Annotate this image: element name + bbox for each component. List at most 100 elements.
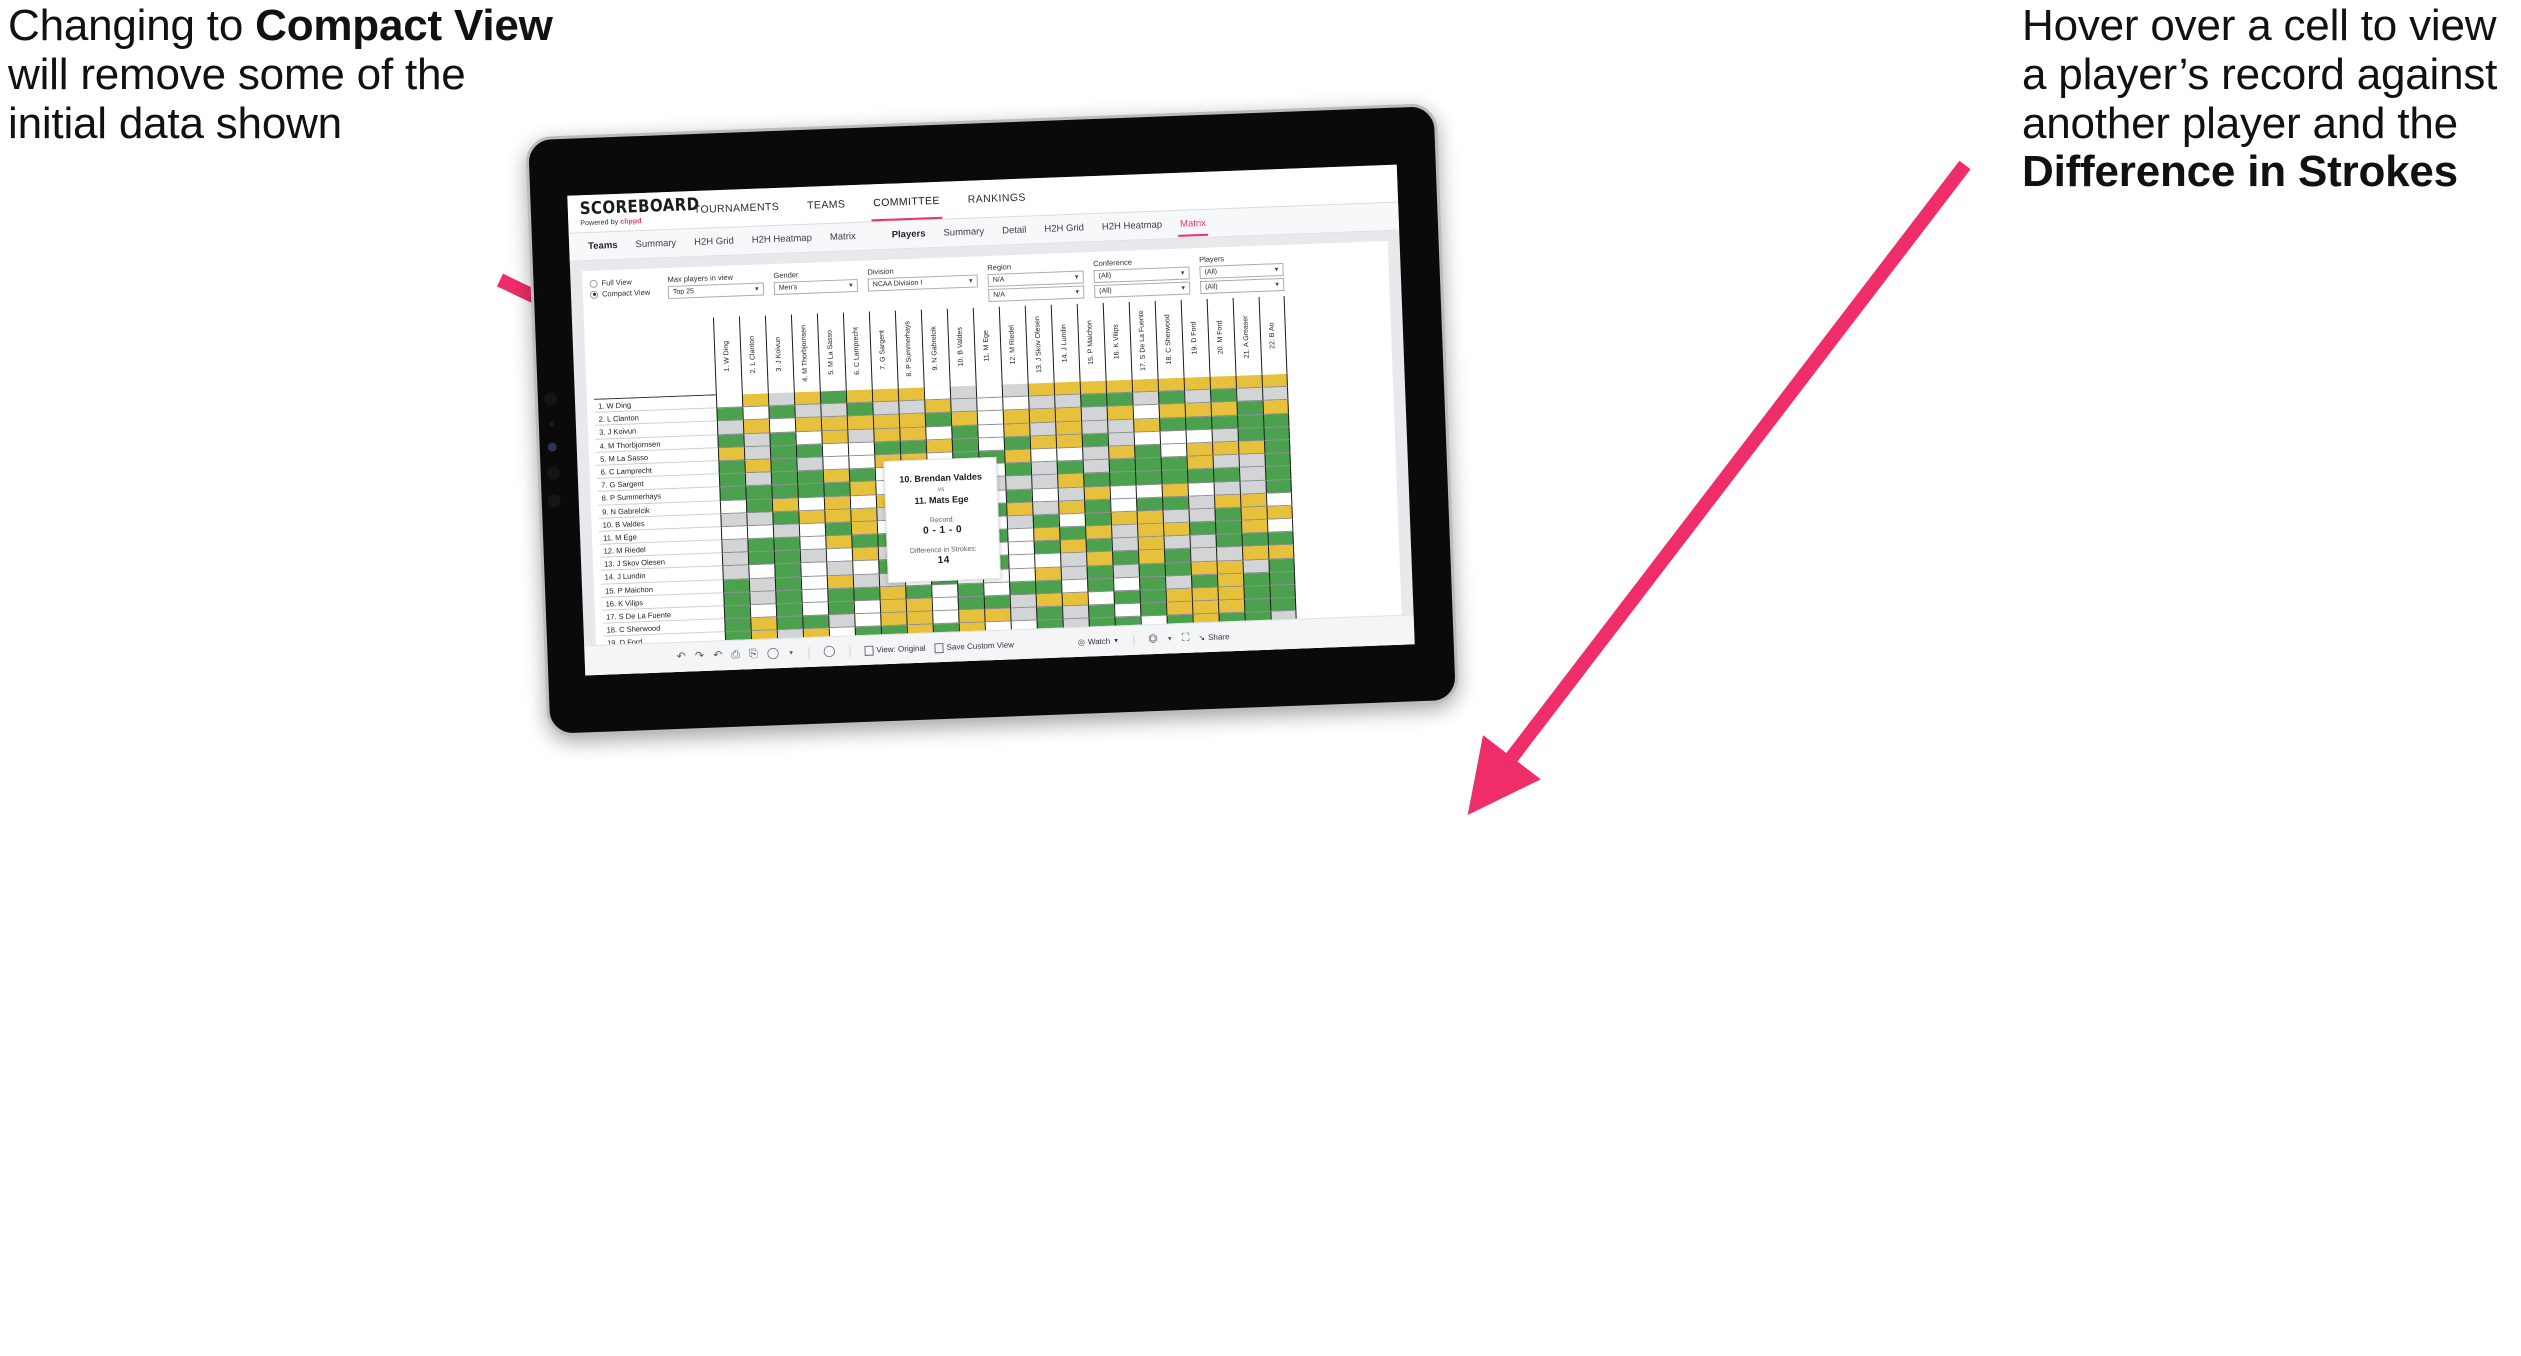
matrix-cell[interactable]: [1008, 568, 1036, 583]
matrix-cell[interactable]: [749, 604, 777, 619]
matrix-cell[interactable]: [1088, 604, 1115, 619]
matrix-cell[interactable]: [1269, 597, 1297, 613]
matrix-cell[interactable]: [924, 412, 952, 428]
matrix-cell[interactable]: [1028, 395, 1055, 410]
filter-division-select[interactable]: NCAA Division I ▼: [867, 274, 979, 292]
matrix-cell[interactable]: [1055, 434, 1083, 449]
matrix-cell[interactable]: [717, 447, 745, 462]
matrix-cell[interactable]: [1264, 452, 1291, 468]
matrix-cell[interactable]: [1243, 598, 1271, 614]
matrix-cell[interactable]: [1262, 413, 1290, 428]
matrix-cell[interactable]: [769, 445, 797, 460]
matrix-cell[interactable]: [770, 458, 797, 473]
matrix-cell[interactable]: [932, 610, 959, 625]
matrix-cell[interactable]: [820, 416, 848, 431]
matrix-cell[interactable]: [846, 402, 873, 417]
matrix-cell[interactable]: [1263, 439, 1291, 454]
matrix-cell[interactable]: [880, 612, 907, 627]
matrix-cell[interactable]: [1188, 495, 1215, 510]
matrix-cell[interactable]: [1109, 471, 1136, 487]
matrix-cell[interactable]: [1060, 566, 1088, 581]
matrix-cell[interactable]: [1191, 587, 1218, 602]
matrix-cell[interactable]: [1236, 401, 1263, 416]
matrix-cell[interactable]: [899, 440, 927, 455]
matrix-cell[interactable]: [1185, 429, 1213, 444]
matrix-cell[interactable]: [774, 576, 802, 592]
matrix-cell[interactable]: [1190, 574, 1218, 589]
revert-icon[interactable]: ↶: [713, 649, 723, 661]
matrix-cell[interactable]: [721, 552, 749, 567]
matrix-cell[interactable]: [977, 437, 1005, 452]
filter-players-select[interactable]: (All) ▼: [1199, 262, 1284, 280]
matrix-cell[interactable]: [771, 484, 798, 499]
matrix-cell[interactable]: [1268, 571, 1296, 586]
matrix-cell[interactable]: [743, 432, 770, 448]
matrix-cell[interactable]: [1266, 505, 1293, 520]
matrix-cell[interactable]: [1033, 527, 1060, 542]
matrix-cell[interactable]: [1108, 458, 1136, 473]
topnav-committee[interactable]: COMMITTEE: [859, 181, 955, 222]
matrix-cell[interactable]: [1080, 393, 1107, 409]
matrix-cell[interactable]: [1005, 489, 1033, 504]
matrix-cell[interactable]: [1110, 498, 1137, 513]
share-button[interactable]: ↘ Share: [1198, 632, 1229, 642]
filter-players-select-2[interactable]: (All) ▼: [1199, 277, 1285, 295]
matrix-cell[interactable]: [849, 481, 876, 496]
matrix-cell[interactable]: [1136, 510, 1164, 525]
filter-conference-select[interactable]: (All) ▼: [1093, 266, 1190, 284]
matrix-cell[interactable]: [1212, 441, 1239, 456]
matrix-cell[interactable]: [1029, 422, 1056, 437]
matrix-cell[interactable]: [1214, 507, 1241, 522]
matrix-cell[interactable]: [796, 470, 824, 485]
matrix-cell[interactable]: [746, 525, 774, 540]
tab-teams-matrix[interactable]: Matrix: [820, 223, 865, 251]
matrix-cell[interactable]: [850, 508, 877, 523]
matrix-cell[interactable]: [1036, 606, 1063, 621]
matrix-cell[interactable]: [977, 424, 1004, 439]
matrix-cell[interactable]: [1112, 551, 1139, 566]
matrix-cell[interactable]: [775, 603, 803, 618]
matrix-cell[interactable]: [773, 550, 801, 565]
matrix-cell[interactable]: [1216, 573, 1244, 588]
matrix-cell[interactable]: [1004, 449, 1031, 464]
matrix-cell[interactable]: [793, 391, 821, 406]
matrix-cell[interactable]: [1212, 468, 1240, 483]
matrix-cell[interactable]: [768, 405, 795, 420]
matrix-cell[interactable]: [797, 483, 824, 498]
matrix-cell[interactable]: [1105, 379, 1133, 394]
matrix-cell[interactable]: [873, 428, 900, 443]
matrix-cell[interactable]: [1134, 457, 1162, 472]
matrix-cell[interactable]: [1139, 589, 1166, 604]
matrix-cell[interactable]: [773, 537, 800, 552]
matrix-cell[interactable]: [715, 394, 743, 409]
redo-icon[interactable]: ↷: [695, 650, 705, 662]
matrix-cell[interactable]: [1087, 578, 1114, 593]
matrix-cell[interactable]: [1236, 414, 1264, 429]
matrix-cell[interactable]: [1159, 430, 1187, 445]
tab-teams-h2h-heatmap[interactable]: H2H Heatmap: [742, 225, 821, 254]
matrix-cell[interactable]: [1031, 488, 1059, 503]
matrix-cell[interactable]: [1134, 444, 1161, 459]
matrix-cell[interactable]: [879, 586, 906, 601]
matrix-cell[interactable]: [771, 497, 799, 512]
matrix-cell[interactable]: [1133, 418, 1160, 433]
matrix-cell[interactable]: [1132, 405, 1160, 420]
refresh-data-icon[interactable]: ⎙: [731, 649, 740, 661]
matrix-cell[interactable]: [1158, 390, 1185, 406]
matrix-cell[interactable]: [720, 512, 747, 528]
matrix-cell[interactable]: [1135, 471, 1162, 486]
matrix-cell[interactable]: [1035, 580, 1062, 595]
matrix-cell[interactable]: [772, 511, 799, 526]
matrix-cell[interactable]: [1239, 480, 1266, 495]
matrix-cell[interactable]: [983, 582, 1010, 597]
matrix-cell[interactable]: [852, 573, 880, 589]
matrix-cell[interactable]: [851, 547, 879, 562]
matrix-cell[interactable]: [1165, 601, 1193, 616]
matrix-cell[interactable]: [797, 496, 825, 512]
matrix-cell[interactable]: [1083, 472, 1110, 488]
matrix-cell[interactable]: [826, 574, 854, 590]
matrix-cell[interactable]: [1217, 599, 1245, 615]
matrix-cell[interactable]: [898, 413, 926, 429]
matrix-cell[interactable]: [1214, 520, 1242, 535]
matrix-cell[interactable]: [957, 583, 984, 598]
